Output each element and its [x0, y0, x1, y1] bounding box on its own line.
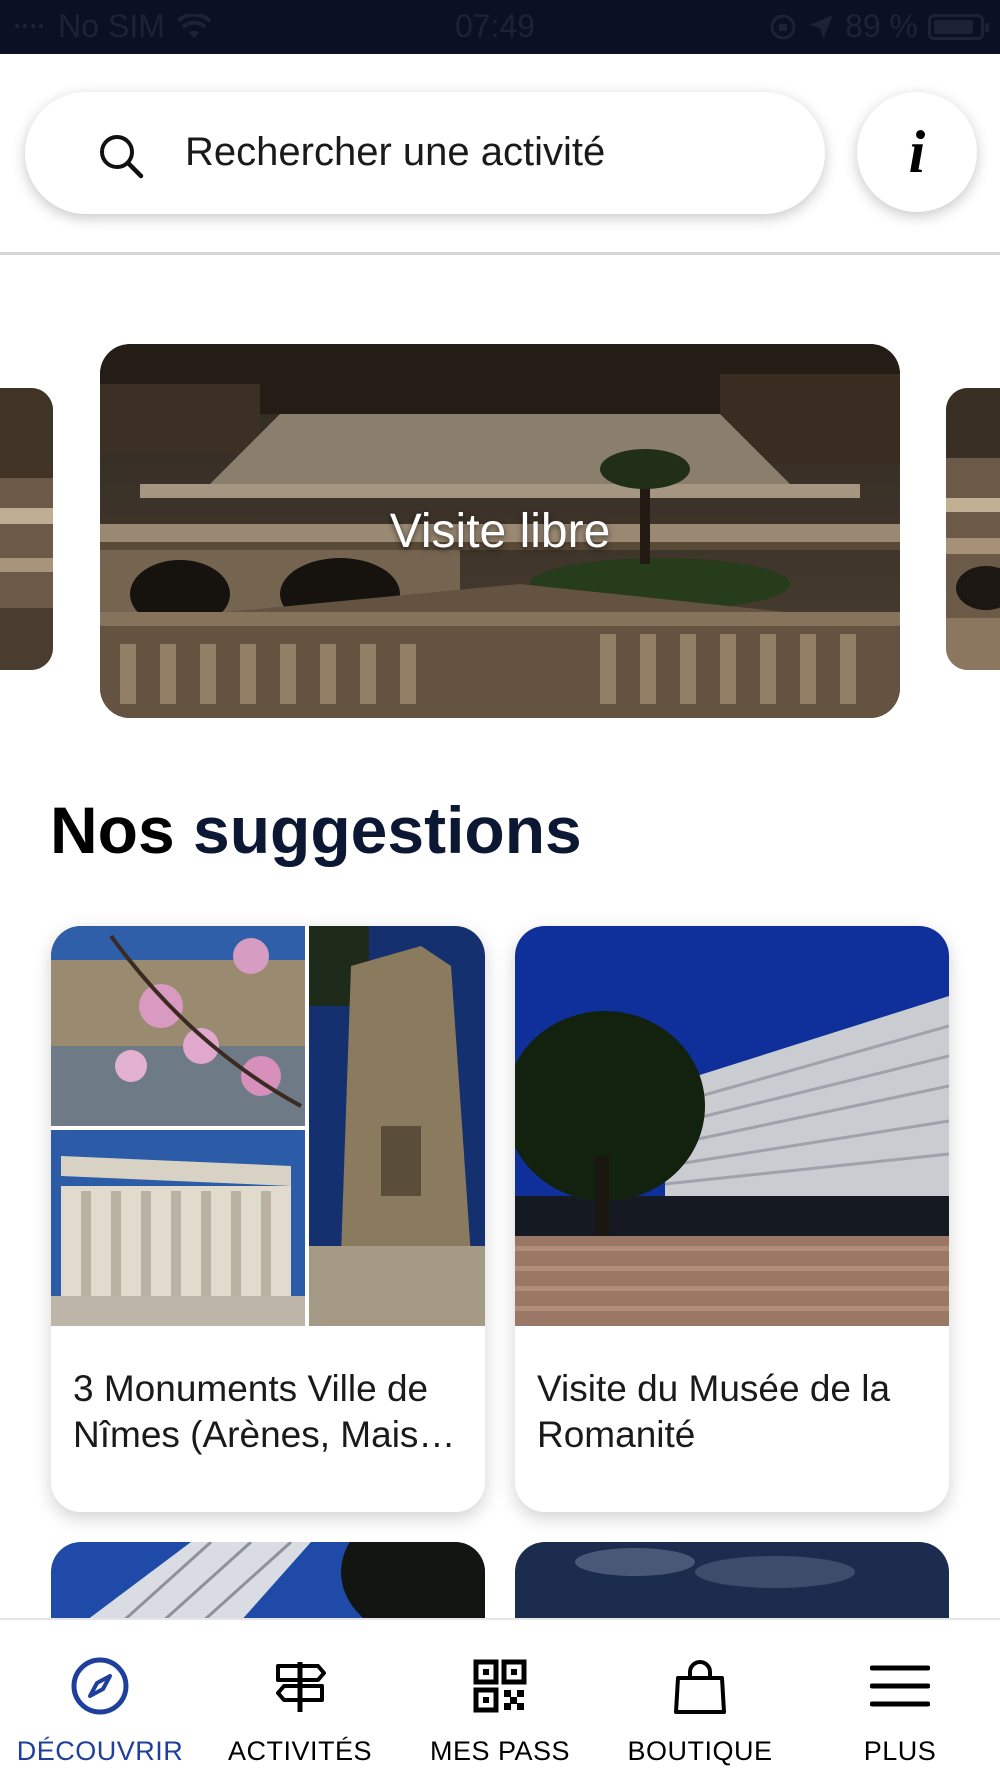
header-divider — [0, 252, 1000, 255]
wifi-icon — [176, 13, 211, 38]
status-left: ●●●● No SIM — [14, 8, 211, 45]
compass-icon — [71, 1657, 129, 1715]
status-right: 89 % — [769, 8, 989, 45]
bottom-tab-bar: DÉCOUVRIR ACTIVITÉS MES PASS BOUTIQUE PL… — [0, 1618, 1000, 1778]
signal-icon: ●●●● — [14, 21, 47, 32]
search-placeholder: Rechercher une activité — [185, 130, 606, 174]
info-icon: i — [908, 118, 926, 185]
battery-percent: 89 % — [845, 8, 918, 44]
tab-more[interactable]: PLUS — [800, 1620, 1000, 1778]
carousel-card-next[interactable] — [946, 388, 1000, 670]
carousel-image-next — [946, 388, 1000, 670]
card-image-monuments — [51, 926, 485, 1326]
suggestion-card[interactable]: 3 Monuments Ville de Nîmes (Arènes, Mais… — [51, 926, 485, 1512]
search-input[interactable]: Rechercher une activité — [25, 92, 825, 214]
location-arrow-icon — [809, 14, 834, 39]
carrier-label: No SIM — [58, 8, 165, 44]
tab-passes[interactable]: MES PASS — [400, 1620, 600, 1778]
tab-discover[interactable]: DÉCOUVRIR — [0, 1620, 200, 1778]
info-button[interactable]: i — [857, 92, 977, 212]
tab-label: ACTIVITÉS — [227, 1736, 373, 1766]
carousel-card-visite-libre[interactable]: Visite libre — [100, 344, 900, 718]
card-image-musee-romanite — [515, 926, 949, 1326]
tab-label: BOUTIQUE — [627, 1736, 773, 1766]
carousel-card-previous[interactable] — [0, 388, 53, 670]
carousel-image-previous — [0, 388, 53, 670]
carousel-label: Visite libre — [389, 505, 611, 558]
tab-label: MES PASS — [429, 1736, 571, 1766]
card-title: Visite du Musée de la Romanité — [537, 1368, 891, 1455]
signpost-icon — [276, 1662, 326, 1712]
status-time: 07:49 — [455, 8, 536, 44]
qr-code-icon — [473, 1659, 527, 1713]
tab-label: PLUS — [863, 1736, 937, 1766]
tab-activities[interactable]: ACTIVITÉS — [200, 1620, 400, 1778]
menu-icon — [870, 1665, 930, 1707]
battery-level — [934, 19, 973, 34]
card-title: 3 Monuments Ville de Nîmes (Arènes, Mais… — [73, 1368, 460, 1455]
tab-label: DÉCOUVRIR — [16, 1736, 184, 1766]
status-bar: ●●●● No SIM 07:49 89 % — [0, 0, 1000, 54]
search-icon — [100, 135, 144, 179]
section-title-part1: Nos — [50, 793, 175, 867]
tab-shop[interactable]: BOUTIQUE — [600, 1620, 800, 1778]
section-title-part2: suggestions — [193, 793, 582, 867]
shopping-bag-icon — [674, 1660, 726, 1714]
section-title-suggestions: Nos suggestions — [50, 792, 582, 868]
orientation-lock-icon — [770, 14, 796, 39]
suggestion-card[interactable]: Visite du Musée de la Romanité — [515, 926, 949, 1512]
battery-icon — [928, 13, 989, 40]
